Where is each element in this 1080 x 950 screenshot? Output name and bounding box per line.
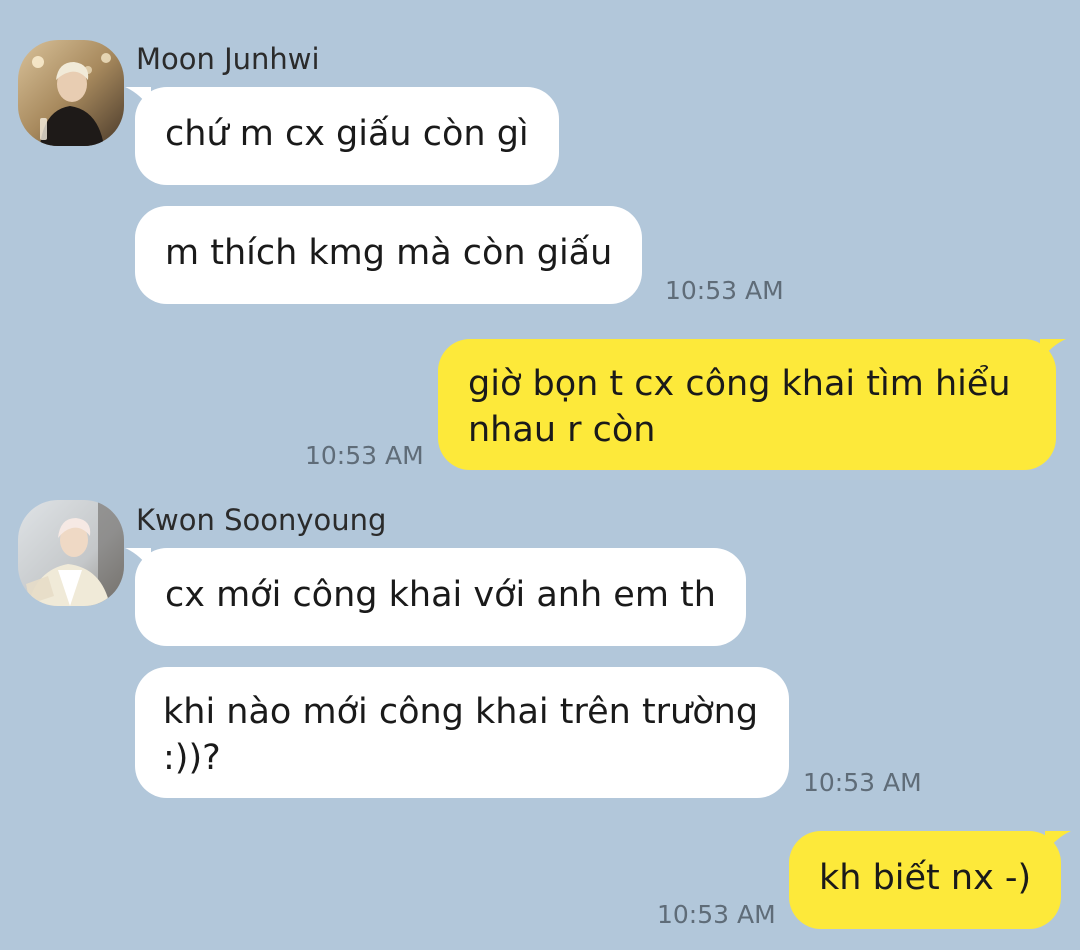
- chat-message-list[interactable]: Moon Junhwi chứ m cx giấu còn gì m thích…: [0, 0, 1080, 950]
- message-bubble-outgoing[interactable]: giờ bọn t cx công khai tìm hiểu nhau r c…: [438, 339, 1066, 470]
- message-text: cx mới công khai với anh em th: [165, 575, 716, 615]
- avatar-moon-junhwi[interactable]: [18, 40, 124, 146]
- message-timestamp: 10:53 AM: [305, 441, 424, 470]
- message-text: m thích kmg mà còn giấu: [165, 233, 613, 273]
- profile-photo-icon: [18, 40, 124, 146]
- message-timestamp: 10:53 AM: [803, 768, 922, 797]
- bubble-tail-icon: [125, 87, 151, 109]
- message-bubble-outgoing[interactable]: kh biết nx -): [789, 831, 1072, 929]
- message-text: chứ m cx giấu còn gì: [165, 114, 529, 154]
- message-timestamp: 10:53 AM: [665, 276, 784, 305]
- message-text: giờ bọn t cx công khai tìm hiểu nhau r c…: [468, 364, 1011, 450]
- message-bubble[interactable]: chứ m cx giấu còn gì: [125, 87, 559, 185]
- bubble-tail-icon: [1040, 339, 1066, 361]
- sender-name: Kwon Soonyoung: [136, 503, 387, 537]
- profile-photo-icon: [18, 500, 124, 606]
- bubble-tail-icon: [1045, 831, 1072, 853]
- message-text: kh biết nx -): [819, 858, 1032, 898]
- message-bubble[interactable]: m thích kmg mà còn giấu: [135, 206, 643, 304]
- sender-name: Moon Junhwi: [136, 42, 320, 76]
- message-text: khi nào mới công khai trên trường :))?: [163, 692, 759, 778]
- message-bubble[interactable]: cx mới công khai với anh em th: [125, 548, 746, 646]
- message-bubble[interactable]: khi nào mới công khai trên trường :))?: [135, 667, 789, 798]
- bubble-tail-icon: [125, 548, 151, 570]
- message-timestamp: 10:53 AM: [657, 900, 776, 929]
- avatar-kwon-soonyoung[interactable]: [18, 500, 124, 606]
